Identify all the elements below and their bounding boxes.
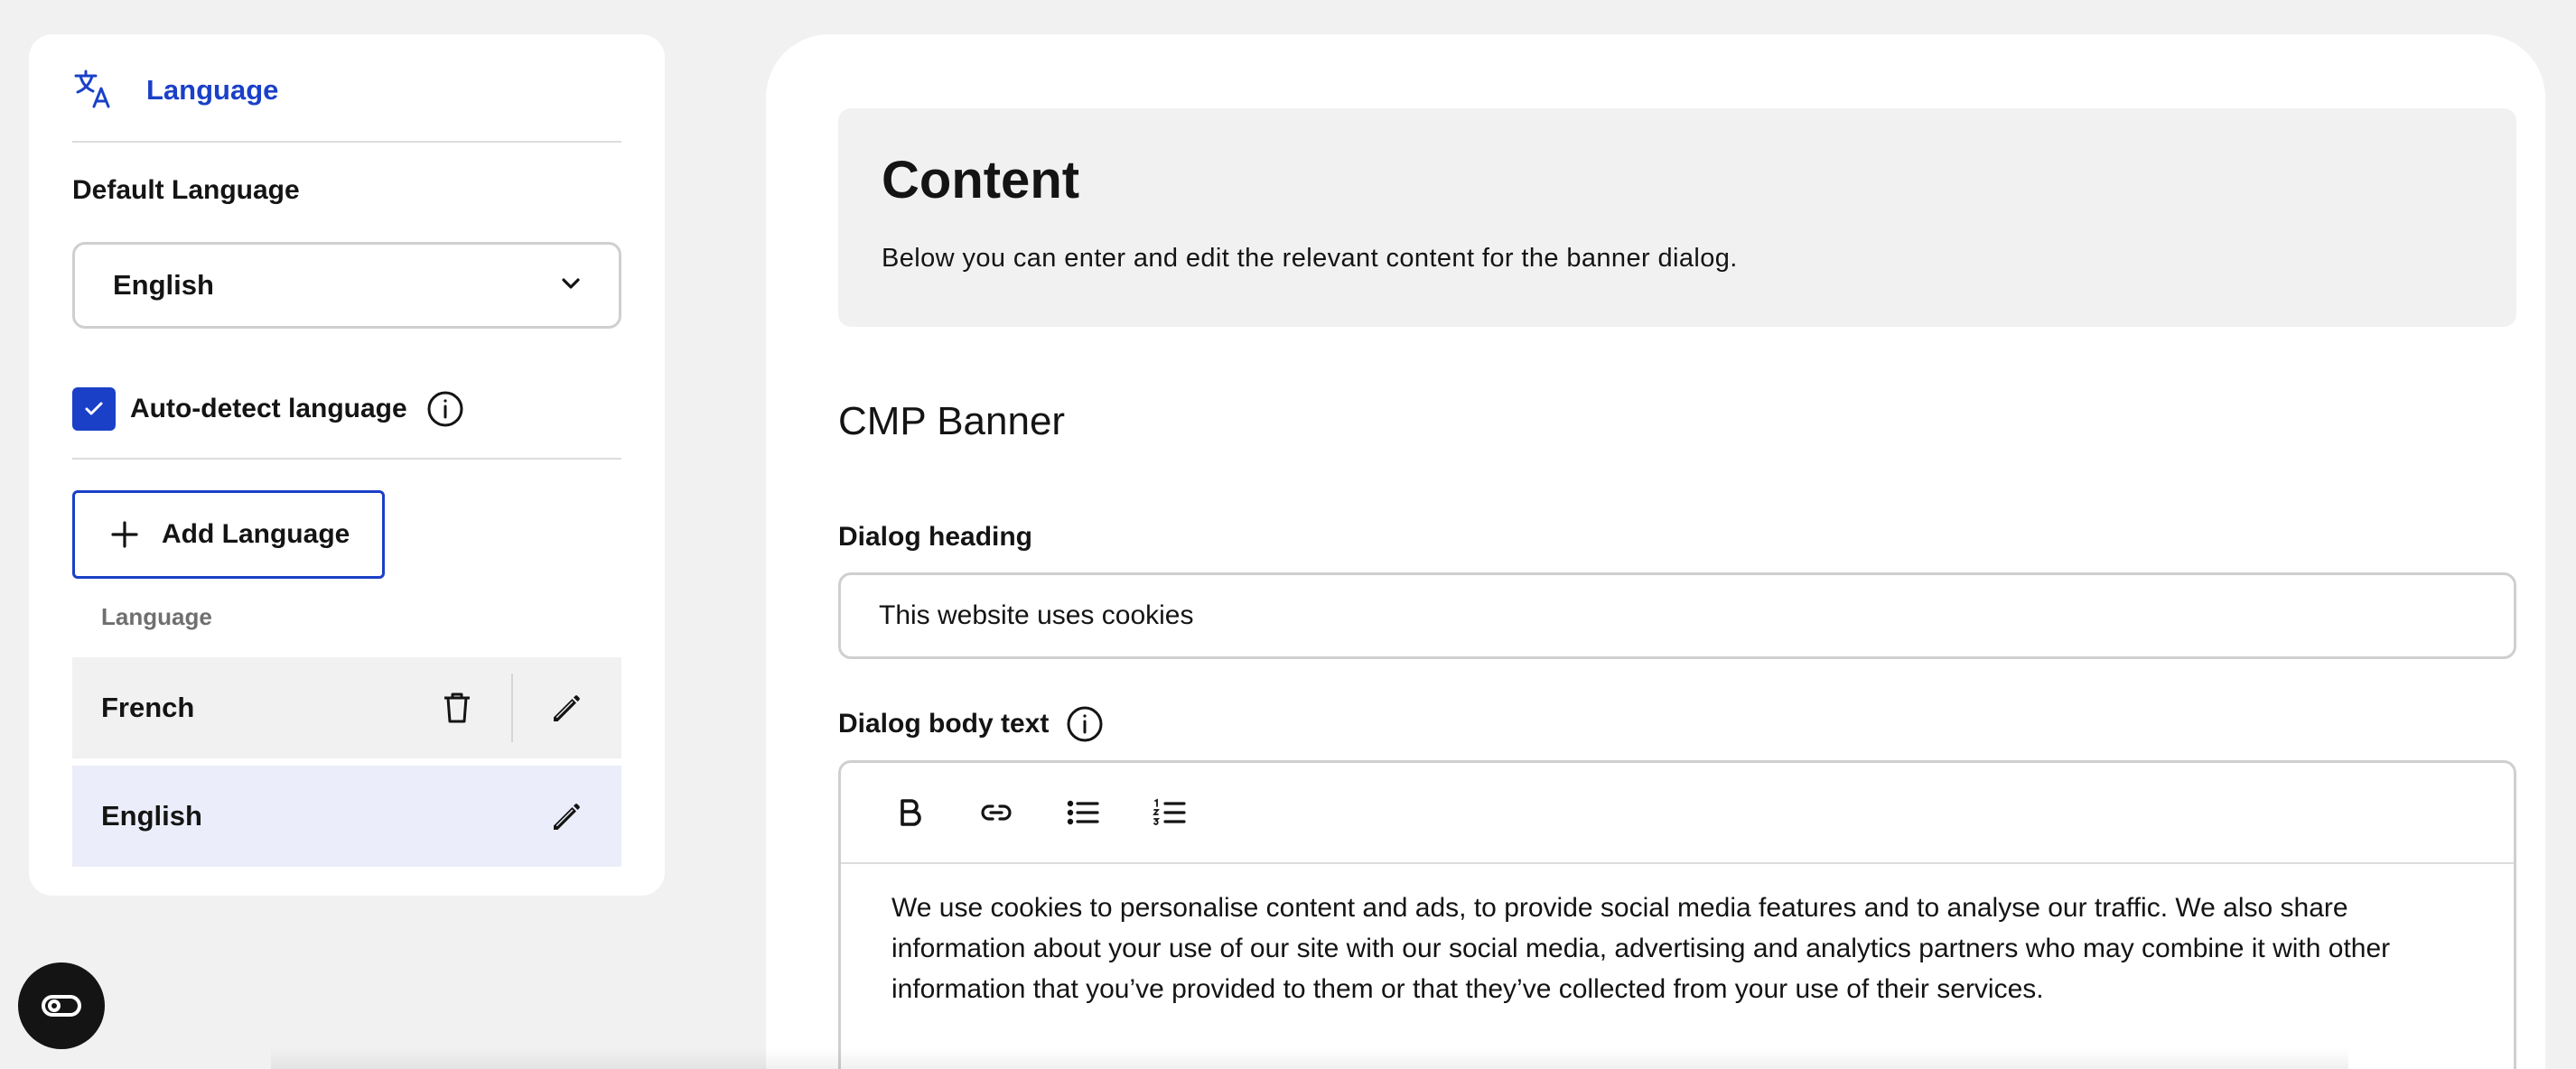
default-language-select[interactable]: English: [72, 242, 621, 329]
section-title: CMP Banner: [838, 399, 1066, 443]
dialog-heading-label: Dialog heading: [838, 522, 1032, 553]
link-icon: [981, 804, 1012, 821]
dialog-body-label-text: Dialog body text: [838, 709, 1050, 739]
bold-button[interactable]: [882, 785, 937, 840]
add-language-button[interactable]: Add Language: [72, 490, 385, 579]
language-row-english[interactable]: English: [72, 766, 621, 867]
divider: [72, 141, 621, 143]
editor-toolbar: [841, 763, 2514, 864]
delete-language-button[interactable]: [403, 657, 511, 758]
edit-language-button[interactable]: [513, 657, 621, 758]
bullet-list-button[interactable]: [1056, 785, 1110, 840]
link-button[interactable]: [969, 785, 1023, 840]
dialog-body-editor: We use cookies to personalise content an…: [838, 760, 2516, 1069]
dialog-heading-label-text: Dialog heading: [838, 522, 1033, 552]
page-subtitle: Below you can enter and edit the relevan…: [882, 244, 1738, 273]
dialog-heading-input[interactable]: This website uses cookies: [838, 572, 2516, 659]
translate-icon: [72, 67, 116, 115]
chevron-down-icon: [557, 270, 584, 302]
bottom-shadow: [271, 1047, 2348, 1069]
bold-icon: [901, 799, 921, 826]
language-panel-title: Language: [146, 74, 279, 106]
check-icon: [85, 402, 103, 415]
auto-detect-label: Auto-detect language: [130, 394, 407, 423]
info-icon[interactable]: [425, 389, 465, 429]
page-title: Content: [882, 151, 1080, 209]
dialog-heading-value: This website uses cookies: [879, 600, 1194, 630]
pencil-icon: [554, 695, 580, 721]
pencil-icon: [554, 804, 580, 830]
language-name: English: [101, 800, 202, 832]
divider: [72, 458, 621, 460]
auto-detect-checkbox[interactable]: [72, 387, 116, 431]
language-name: French: [101, 692, 195, 723]
numbered-list-icon: [1153, 798, 1186, 825]
language-list-header: Language: [101, 603, 212, 630]
info-icon[interactable]: [1065, 704, 1105, 744]
numbered-list-button[interactable]: [1143, 785, 1197, 840]
cookie-settings-button[interactable]: [18, 962, 105, 1049]
language-panel-header: Language: [72, 63, 278, 117]
dialog-body-text: We use cookies to personalise content an…: [891, 893, 2391, 1004]
default-language-label: Default Language: [72, 175, 300, 205]
plus-icon: [111, 521, 138, 548]
add-language-label: Add Language: [162, 519, 350, 549]
content-editor-panel: Content Below you can enter and edit the…: [766, 34, 2545, 1069]
dialog-body-label: Dialog body text: [838, 704, 1105, 744]
edit-language-button[interactable]: [513, 766, 621, 867]
auto-detect-row: Auto-detect language: [72, 386, 465, 432]
language-row-french[interactable]: French: [72, 657, 621, 758]
default-language-value: English: [113, 269, 214, 301]
content-intro-card: Content Below you can enter and edit the…: [838, 108, 2516, 327]
trash-icon: [444, 693, 470, 723]
language-panel: Language Default Language English Auto-d…: [29, 34, 665, 896]
toggle-icon: [42, 995, 81, 1017]
dialog-body-textarea[interactable]: We use cookies to personalise content an…: [841, 864, 2514, 1009]
bullet-list-icon: [1067, 800, 1099, 825]
